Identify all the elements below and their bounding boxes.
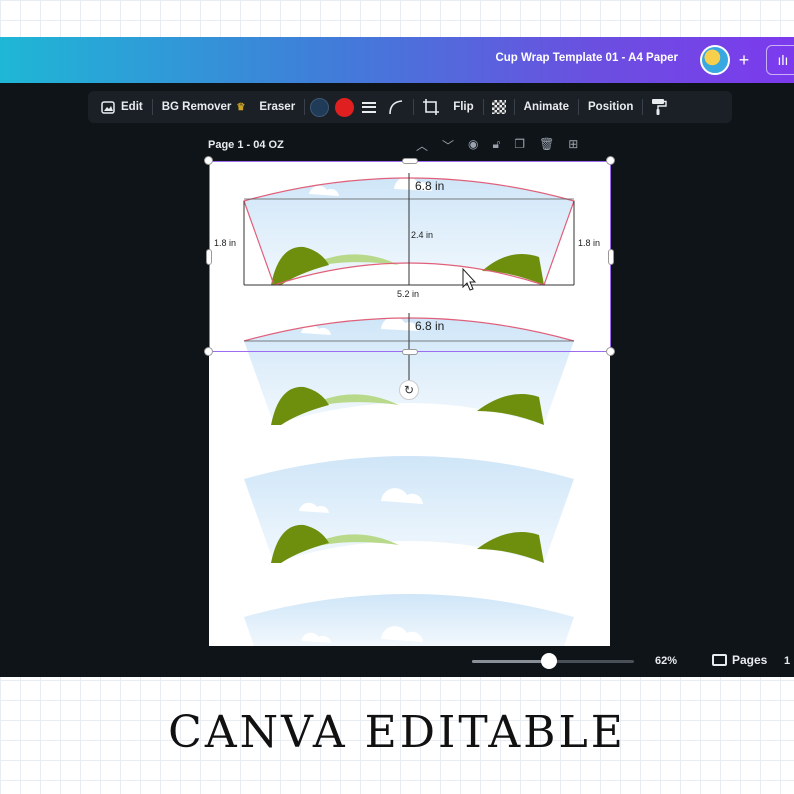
border-style-icon[interactable] bbox=[362, 101, 377, 113]
cup-wrap-1: 6.8 in 2.4 in 1.8 in 1.8 in 5.2 in bbox=[214, 173, 600, 299]
rotate-handle-icon[interactable]: ↻ bbox=[399, 380, 419, 400]
resize-handle-left[interactable] bbox=[206, 249, 212, 265]
canva-editor-screen: Cup Wrap Template 01 - A4 Paper + ılı Ed… bbox=[0, 37, 794, 677]
page-actions: ︿ ﹀ ◉ 🔓︎ ❐ 🗑︎ ⊞ bbox=[416, 137, 578, 154]
bottom-status-bar: 62% Pages 1 bbox=[0, 645, 794, 677]
resize-handle-bottom-right[interactable] bbox=[606, 347, 615, 356]
paint-roller-icon[interactable] bbox=[651, 98, 668, 116]
eraser-label: Eraser bbox=[259, 101, 296, 113]
chevron-down-icon[interactable]: ﹀ bbox=[442, 137, 454, 154]
color-swatch-red[interactable] bbox=[335, 97, 355, 117]
eye-icon[interactable]: ◉ bbox=[468, 137, 478, 154]
cup-wrap-2: 6.8 in bbox=[243, 313, 575, 425]
promo-caption: CANVA EDITABLE bbox=[168, 707, 626, 758]
page-label: Page 1 - 04 OZ bbox=[208, 139, 284, 151]
toolbar-divider bbox=[151, 99, 153, 115]
zoom-slider-thumb[interactable] bbox=[541, 653, 557, 669]
resize-handle-bottom[interactable] bbox=[402, 349, 418, 355]
flip-button[interactable]: Flip bbox=[446, 95, 480, 119]
corner-rounding-icon[interactable] bbox=[387, 98, 405, 116]
crop-icon[interactable] bbox=[422, 98, 440, 116]
add-page-icon[interactable]: ⊞ bbox=[568, 137, 578, 154]
dimension-height: 2.4 in bbox=[411, 230, 433, 240]
zoom-slider-fill bbox=[472, 660, 549, 663]
image-edit-toolbar: Edit BG Remover ♛ Eraser Flip Animate Po… bbox=[88, 91, 732, 123]
insights-button[interactable]: ılı bbox=[766, 45, 794, 75]
dimension-top: 6.8 in bbox=[415, 179, 444, 193]
add-collaborator-button[interactable]: + bbox=[731, 46, 757, 74]
pages-icon bbox=[712, 654, 727, 666]
resize-handle-top-left[interactable] bbox=[204, 156, 213, 165]
cup-wrap-4 bbox=[244, 594, 574, 646]
flip-label: Flip bbox=[453, 101, 474, 113]
toolbar-divider bbox=[578, 99, 580, 115]
design-page[interactable]: 6.8 in 2.4 in 1.8 in 1.8 in 5.2 in 6.8 i… bbox=[209, 161, 610, 646]
dimension-left: 1.8 in bbox=[214, 238, 236, 248]
top-header-bar: Cup Wrap Template 01 - A4 Paper + ılı bbox=[0, 37, 794, 83]
eraser-button[interactable]: Eraser bbox=[252, 95, 302, 119]
lock-icon[interactable]: 🔓︎ bbox=[493, 137, 501, 154]
mouse-cursor-icon bbox=[462, 267, 477, 291]
resize-handle-right[interactable] bbox=[608, 249, 614, 265]
zoom-level[interactable]: 62% bbox=[655, 655, 677, 667]
resize-handle-bottom-left[interactable] bbox=[204, 347, 213, 356]
trash-icon[interactable]: 🗑︎ bbox=[539, 137, 554, 154]
user-avatar[interactable] bbox=[700, 45, 730, 75]
pages-label: Pages bbox=[732, 653, 768, 667]
bg-remover-button[interactable]: BG Remover ♛ bbox=[155, 95, 253, 119]
toolbar-divider bbox=[513, 99, 515, 115]
duplicate-icon[interactable]: ❐ bbox=[514, 137, 525, 154]
edit-button[interactable]: Edit bbox=[94, 95, 150, 119]
color-swatch-navy[interactable] bbox=[310, 97, 330, 117]
pages-count: 1 bbox=[784, 655, 791, 667]
edit-image-icon bbox=[101, 100, 115, 114]
toolbar-divider bbox=[642, 99, 644, 115]
crown-icon: ♛ bbox=[236, 101, 246, 113]
toolbar-divider bbox=[304, 99, 306, 115]
resize-handle-top[interactable] bbox=[402, 158, 418, 164]
transparency-icon[interactable] bbox=[491, 100, 506, 114]
chevron-up-icon[interactable]: ︿ bbox=[416, 137, 428, 154]
position-label: Position bbox=[588, 101, 634, 113]
edit-label: Edit bbox=[121, 101, 143, 113]
bar-chart-icon: ılı bbox=[777, 52, 789, 68]
bg-remover-label: BG Remover bbox=[161, 101, 232, 113]
dimension-right: 1.8 in bbox=[578, 238, 600, 248]
animate-label: Animate bbox=[523, 101, 570, 113]
resize-handle-top-right[interactable] bbox=[606, 156, 615, 165]
zoom-slider[interactable] bbox=[472, 653, 634, 669]
toolbar-divider bbox=[413, 99, 415, 115]
position-button[interactable]: Position bbox=[581, 95, 640, 119]
toolbar-divider bbox=[482, 99, 484, 115]
document-title[interactable]: Cup Wrap Template 01 - A4 Paper bbox=[495, 52, 678, 64]
animate-button[interactable]: Animate bbox=[517, 95, 576, 119]
pages-button[interactable]: Pages bbox=[712, 653, 767, 667]
dimension-top: 6.8 in bbox=[415, 319, 444, 333]
cup-wrap-3 bbox=[244, 456, 574, 563]
dimension-bottom: 5.2 in bbox=[397, 289, 419, 299]
